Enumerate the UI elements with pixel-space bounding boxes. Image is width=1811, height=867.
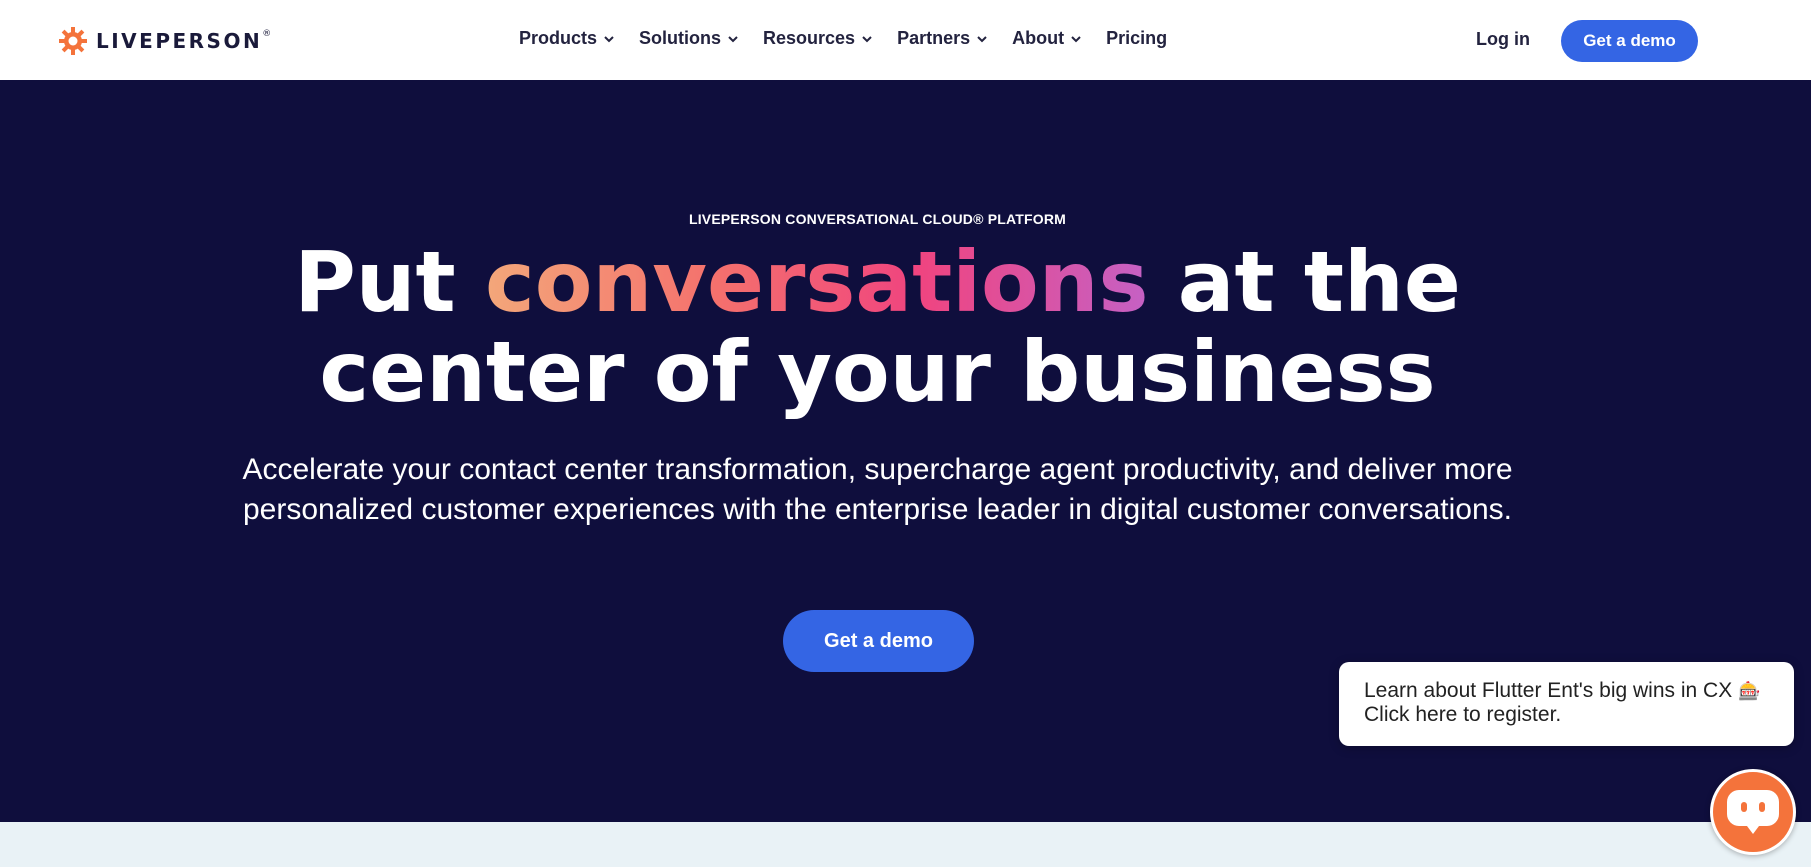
chevron-down-icon: [728, 35, 738, 42]
chat-launcher-button[interactable]: [1710, 769, 1796, 855]
nav-resources-label: Resources: [763, 28, 856, 48]
nav-products[interactable]: Products: [519, 28, 615, 49]
nav-partners[interactable]: Partners: [897, 28, 988, 49]
headline-part2: at the: [1148, 233, 1461, 331]
chevron-down-icon: [862, 35, 872, 42]
sun-gear-icon: [59, 27, 87, 55]
nav-partners-label: Partners: [897, 28, 971, 48]
chevron-down-icon: [604, 35, 614, 42]
chevron-down-icon: [977, 35, 987, 42]
next-section-band: [0, 822, 1811, 867]
logo-wordmark: LIVEPERSON®: [96, 29, 272, 53]
hero-eyebrow: LIVEPERSON CONVERSATIONAL CLOUD® PLATFOR…: [688, 211, 1067, 227]
nav-solutions-label: Solutions: [639, 28, 722, 48]
liveperson-logo[interactable]: LIVEPERSON®: [58, 25, 271, 57]
chat-bot-icon: [1727, 790, 1779, 834]
popup-line1: Learn about Flutter Ent's big wins in CX…: [1364, 679, 1761, 703]
headline-highlight: conversations: [484, 233, 1149, 331]
hero-get-demo-button[interactable]: Get a demo: [783, 610, 974, 672]
chat-promo-popup[interactable]: Learn about Flutter Ent's big wins in CX…: [1339, 662, 1794, 746]
headline-line2: center of your business: [319, 323, 1436, 421]
headline-part1: Put: [294, 233, 485, 331]
hero-headline: Put conversations at the center of your …: [0, 237, 1755, 417]
nav-pricing[interactable]: Pricing: [1106, 28, 1167, 49]
site-header: LIVEPERSON® Products Solutions Resources…: [0, 0, 1811, 80]
nav-resources[interactable]: Resources: [763, 28, 873, 49]
chevron-down-icon: [1071, 35, 1081, 42]
slot-machine-icon: 🎰: [1738, 681, 1761, 701]
popup-line2: Click here to register.: [1364, 703, 1562, 726]
nav-about[interactable]: About: [1012, 28, 1082, 49]
popup-line1-text: Learn about Flutter Ent's big wins in CX: [1364, 679, 1733, 702]
nav-products-label: Products: [519, 28, 598, 48]
login-link[interactable]: Log in: [1476, 29, 1530, 50]
hero-subhead: Accelerate your contact center transform…: [242, 453, 1513, 526]
nav-solutions[interactable]: Solutions: [639, 28, 739, 49]
nav-about-label: About: [1012, 28, 1065, 48]
main-nav: Products Solutions Resources Partners Ab…: [519, 28, 1191, 49]
header-get-demo-button[interactable]: Get a demo: [1561, 20, 1698, 62]
nav-pricing-label: Pricing: [1106, 28, 1168, 48]
